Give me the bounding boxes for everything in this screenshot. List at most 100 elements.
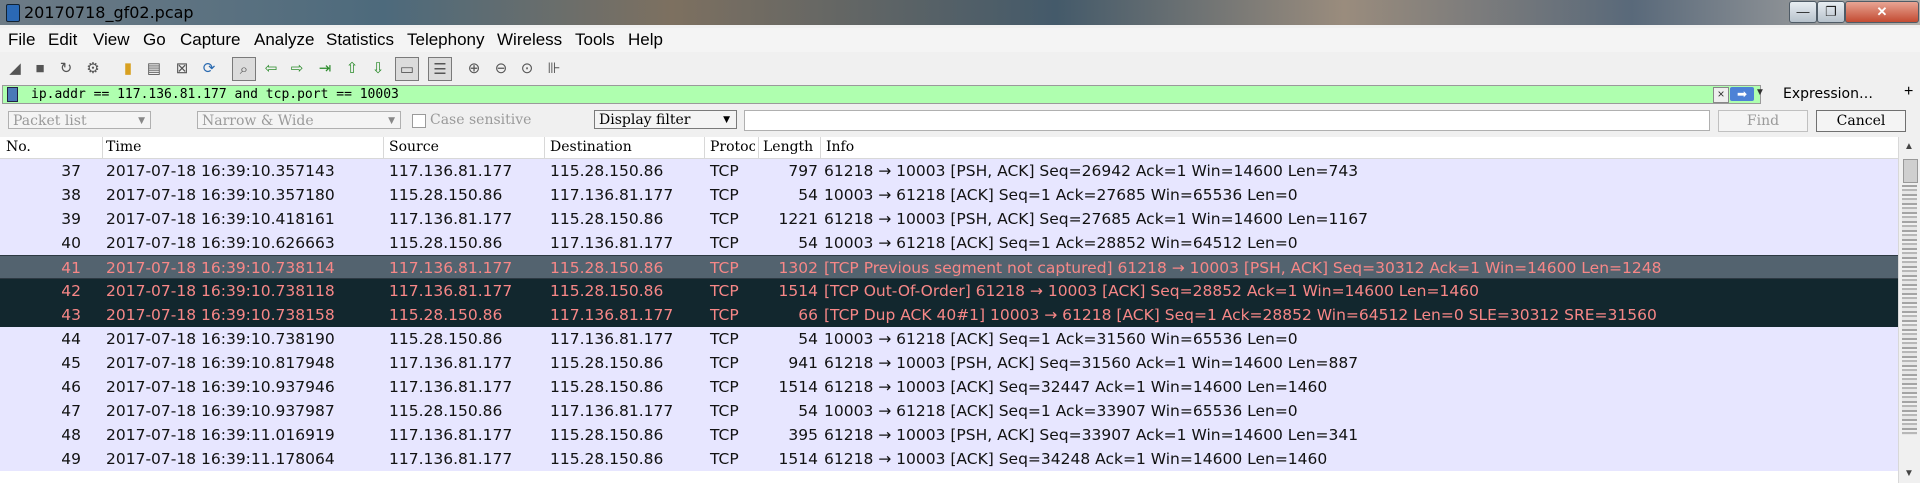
find-packet-icon[interactable]: ⌕ (232, 57, 256, 81)
packet-no: 45 (61, 354, 81, 372)
menu-wireless[interactable]: Wireless (497, 30, 562, 50)
packet-info: 61218 → 10003 [ACK] Seq=32447 Ack=1 Win=… (824, 378, 1328, 396)
column-header-length[interactable]: Length (763, 139, 818, 155)
capture-options-icon[interactable]: ⚙ (82, 57, 104, 79)
first-packet-icon[interactable]: ⇧ (341, 57, 363, 79)
display-filter-bar: ip.addr == 117.136.81.177 and tcp.port =… (2, 83, 1918, 104)
menu-capture[interactable]: Capture (180, 30, 240, 50)
packet-no: 42 (61, 282, 81, 300)
table-row[interactable]: 45 2017-07-18 16:39:10.817948 117.136.81… (0, 351, 1898, 375)
table-row[interactable]: 41 2017-07-18 16:39:10.738114 117.136.81… (0, 255, 1898, 279)
packet-time: 2017-07-18 16:39:10.738114 (106, 259, 335, 277)
column-header-protocol[interactable]: Protoc (710, 139, 755, 155)
menu-view[interactable]: View (93, 30, 130, 50)
recent-filters-dropdown-icon[interactable]: ▼ (1755, 87, 1765, 98)
scrollbar-thumb[interactable] (1903, 159, 1918, 183)
menu-help[interactable]: Help (628, 30, 663, 50)
go-to-packet-icon[interactable]: ⇥ (314, 57, 336, 79)
menu-analyze[interactable]: Analyze (254, 30, 314, 50)
column-divider[interactable] (704, 137, 705, 158)
normal-size-icon[interactable]: ⊙ (516, 57, 538, 79)
packet-protocol: TCP (710, 259, 739, 277)
packet-info: 10003 → 61218 [ACK] Seq=1 Ack=31560 Win=… (824, 330, 1298, 348)
last-packet-icon[interactable]: ⇩ (367, 57, 389, 79)
chevron-down-icon: ▼ (723, 115, 730, 125)
packet-destination: 115.28.150.86 (550, 354, 664, 372)
column-divider[interactable] (383, 137, 384, 158)
column-header-time[interactable]: Time (106, 139, 376, 155)
packet-protocol: TCP (710, 330, 739, 348)
clear-filter-icon[interactable]: × (1713, 87, 1729, 103)
zoom-in-icon[interactable]: ⊕ (463, 57, 485, 79)
column-header-info[interactable]: Info (826, 139, 1026, 155)
display-filter-text[interactable]: ip.addr == 117.136.81.177 and tcp.port =… (31, 86, 399, 103)
table-row[interactable]: 44 2017-07-18 16:39:10.738190 115.28.150… (0, 327, 1898, 351)
column-header-no[interactable]: No. (6, 139, 96, 155)
packet-source: 115.28.150.86 (389, 402, 503, 420)
filter-bookmark-icon[interactable] (7, 87, 18, 102)
zoom-out-icon[interactable]: ⊖ (490, 57, 512, 79)
packet-list[interactable]: No. Time Source Destination Protoc Lengt… (0, 137, 1920, 483)
autoscroll-icon[interactable]: ▭ (395, 57, 419, 81)
menu-telephony[interactable]: Telephony (407, 30, 485, 50)
packet-no: 38 (61, 186, 81, 204)
stop-capture-icon[interactable]: ■ (29, 57, 51, 79)
go-back-icon[interactable]: ⇦ (260, 57, 282, 79)
search-in-select[interactable]: Packet list ▼ (8, 111, 151, 129)
display-filter-input[interactable]: ip.addr == 117.136.81.177 and tcp.port =… (2, 85, 1761, 104)
resize-columns-icon[interactable]: ⊪ (543, 57, 565, 79)
table-row[interactable]: 47 2017-07-18 16:39:10.937987 115.28.150… (0, 399, 1898, 423)
reload-file-icon[interactable]: ⟳ (198, 57, 220, 79)
column-divider[interactable] (544, 137, 545, 158)
packet-map-track[interactable] (1902, 185, 1917, 435)
find-button[interactable]: Find (1718, 110, 1808, 132)
case-sensitive-checkbox[interactable] (412, 114, 426, 128)
find-packet-bar: Packet list ▼ Narrow & Wide ▼ Case sensi… (0, 108, 1920, 133)
scroll-up-icon[interactable]: ▲ (1904, 141, 1914, 152)
table-row[interactable]: 38 2017-07-18 16:39:10.357180 115.28.150… (0, 183, 1898, 207)
table-row[interactable]: 40 2017-07-18 16:39:10.626663 115.28.150… (0, 231, 1898, 255)
vertical-scrollbar[interactable]: ▲ ▼ (1898, 137, 1920, 483)
colorize-icon[interactable]: ☰ (428, 57, 452, 81)
find-search-input[interactable] (744, 110, 1710, 131)
packet-destination: 115.28.150.86 (550, 210, 664, 228)
maximize-button[interactable]: ❐ (1817, 1, 1845, 23)
packet-protocol: TCP (710, 450, 739, 468)
close-file-icon[interactable]: ⊠ (171, 57, 193, 79)
packet-source: 115.28.150.86 (389, 234, 503, 252)
column-header-destination[interactable]: Destination (550, 139, 700, 155)
table-row[interactable]: 37 2017-07-18 16:39:10.357143 117.136.81… (0, 159, 1898, 183)
table-row[interactable]: 46 2017-07-18 16:39:10.937946 117.136.81… (0, 375, 1898, 399)
menu-edit[interactable]: Edit (48, 30, 77, 50)
minimize-button[interactable]: — (1789, 1, 1817, 23)
column-divider[interactable] (102, 137, 103, 158)
cancel-button[interactable]: Cancel (1816, 110, 1906, 132)
menu-statistics[interactable]: Statistics (326, 30, 394, 50)
chevron-down-icon: ▼ (388, 116, 395, 126)
close-button[interactable]: ✕ (1845, 1, 1919, 23)
column-divider[interactable] (820, 137, 821, 158)
start-capture-icon[interactable]: ◢ (4, 57, 26, 79)
case-sensitive-label[interactable]: Case sensitive (430, 112, 531, 128)
restart-capture-icon[interactable]: ↻ (55, 57, 77, 79)
table-row[interactable]: 49 2017-07-18 16:39:11.178064 117.136.81… (0, 447, 1898, 471)
packet-source: 117.136.81.177 (389, 354, 513, 372)
search-type-select[interactable]: Display filter ▼ (594, 110, 737, 129)
open-file-icon[interactable]: ▮ (117, 57, 139, 79)
go-forward-icon[interactable]: ⇨ (286, 57, 308, 79)
column-header-source[interactable]: Source (389, 139, 539, 155)
expression-button[interactable]: Expression… (1783, 86, 1873, 102)
menu-file[interactable]: File (8, 30, 35, 50)
menu-go[interactable]: Go (143, 30, 166, 50)
add-filter-button[interactable]: + (1904, 83, 1913, 101)
table-row[interactable]: 43 2017-07-18 16:39:10.738158 115.28.150… (0, 303, 1898, 327)
table-row[interactable]: 42 2017-07-18 16:39:10.738118 117.136.81… (0, 279, 1898, 303)
save-file-icon[interactable]: ▤ (143, 57, 165, 79)
table-row[interactable]: 39 2017-07-18 16:39:10.418161 117.136.81… (0, 207, 1898, 231)
character-width-select[interactable]: Narrow & Wide ▼ (197, 111, 401, 129)
apply-filter-icon[interactable]: ➡ (1730, 87, 1754, 101)
menu-tools[interactable]: Tools (575, 30, 615, 50)
scroll-down-icon[interactable]: ▼ (1904, 468, 1914, 479)
column-divider[interactable] (758, 137, 759, 158)
table-row[interactable]: 48 2017-07-18 16:39:11.016919 117.136.81… (0, 423, 1898, 447)
